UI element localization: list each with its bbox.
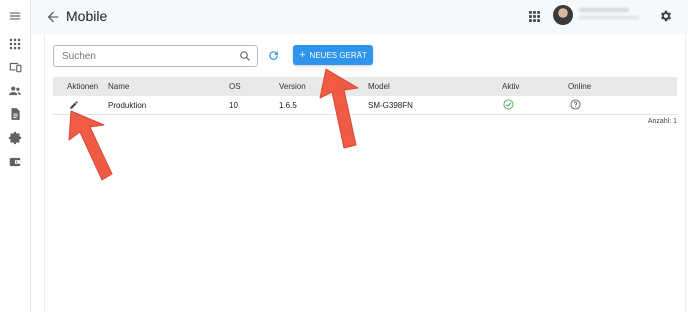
column-header-version[interactable]: Version xyxy=(279,82,306,91)
column-header-os[interactable]: OS xyxy=(229,82,241,91)
avatar[interactable] xyxy=(553,5,573,25)
user-name-blurred xyxy=(579,8,629,12)
device-name: Produktion xyxy=(108,100,147,110)
devices-icon[interactable] xyxy=(8,60,22,74)
sidebar xyxy=(0,0,31,312)
table-header: Aktionen Name OS Version Model Aktiv Onl… xyxy=(53,77,677,96)
new-device-label: NEUES GERÄT xyxy=(309,50,367,60)
check-circle-icon xyxy=(503,99,514,110)
table-row[interactable]: Produktion 10 1.6.5 SM-G398FN xyxy=(53,96,677,115)
search-icon[interactable] xyxy=(239,50,251,62)
row-count: Anzahl: 1 xyxy=(647,118,677,125)
new-device-button[interactable]: + NEUES GERÄT xyxy=(293,45,373,65)
device-model: SM-G398FN xyxy=(368,100,413,110)
column-header-model[interactable]: Model xyxy=(368,82,390,91)
device-version: 1.6.5 xyxy=(279,100,297,110)
refresh-icon[interactable] xyxy=(267,49,280,62)
menu-icon[interactable] xyxy=(8,9,22,23)
devices-table: Aktionen Name OS Version Model Aktiv Onl… xyxy=(53,77,677,115)
column-header-online[interactable]: Online xyxy=(568,82,591,91)
top-bar: Mobile xyxy=(31,0,688,34)
main-content: + NEUES GERÄT Aktionen Name OS Version M… xyxy=(44,34,686,312)
plus-icon: + xyxy=(299,48,306,61)
back-arrow-icon[interactable] xyxy=(45,9,61,25)
search-box xyxy=(53,45,258,67)
device-os: 10 xyxy=(229,100,238,110)
gear-icon[interactable] xyxy=(659,9,673,23)
user-email-blurred xyxy=(579,16,639,19)
page-title: Mobile xyxy=(66,8,108,24)
document-icon[interactable] xyxy=(8,107,22,121)
edit-pencil-icon[interactable] xyxy=(69,100,79,110)
column-header-actions[interactable]: Aktionen xyxy=(67,82,98,91)
wallet-icon[interactable] xyxy=(8,155,22,169)
column-header-active[interactable]: Aktiv xyxy=(502,82,519,91)
apps-grid-icon[interactable] xyxy=(528,10,541,23)
help-circle-icon xyxy=(570,99,581,110)
search-input[interactable] xyxy=(54,46,237,66)
settings-icon[interactable] xyxy=(8,131,22,145)
apps-icon[interactable] xyxy=(8,37,22,51)
users-icon[interactable] xyxy=(8,84,22,98)
column-header-name[interactable]: Name xyxy=(108,82,129,91)
